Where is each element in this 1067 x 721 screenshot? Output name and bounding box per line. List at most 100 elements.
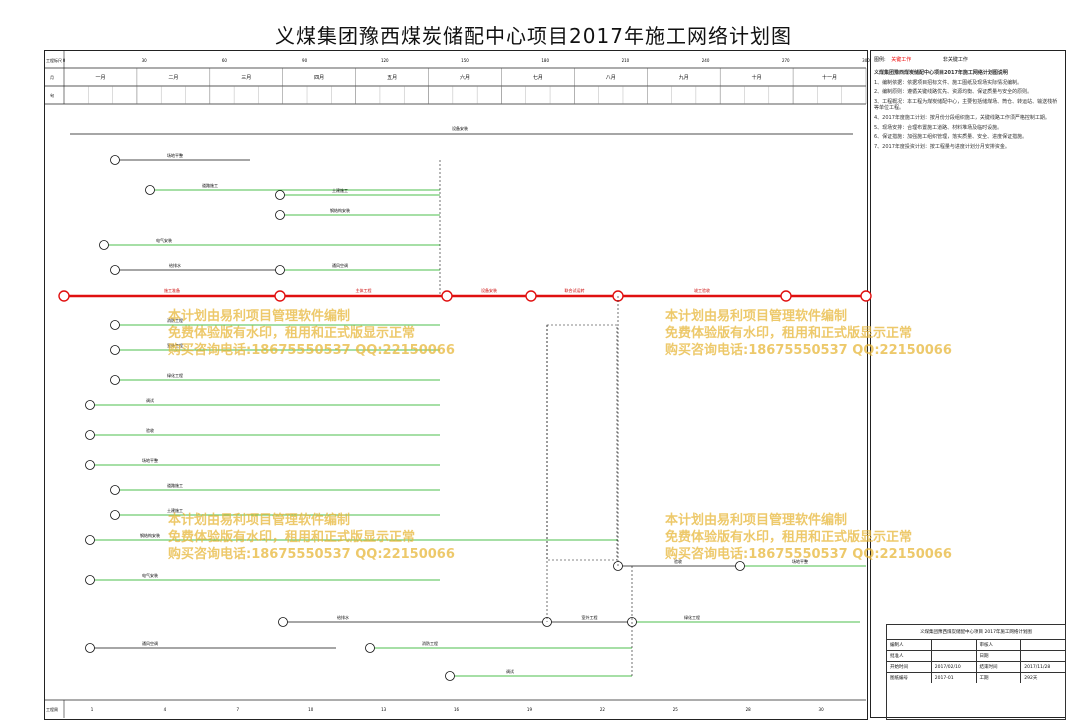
note-paragraph: 6、保证措施：加强施工组织管理，落实质量、安全、进度保证措施。 [874,134,1028,141]
tb-cell: 2017/11/28 [1024,664,1051,670]
event-node [85,430,95,440]
activity-label: 给排水 [169,262,181,268]
watermark-line: 本计划由易利项目管理软件编制 [665,513,848,528]
note-paragraph: 5、现场安排：合理布置施工道路、材料堆场及临时设施。 [874,124,1003,131]
legend-label: 图例: [874,57,886,63]
day-tick: 0 [63,58,66,63]
activity-label: 场地平整 [167,152,183,158]
day-tick: 300 [862,58,870,63]
watermark-line: 本计划由易利项目管理软件编制 [665,309,848,324]
legend-item-critical: 关键工作 [891,57,912,63]
activity-label: 室外工程 [582,614,598,620]
week-tick: 10 [308,707,314,712]
tb-cell: 编制人 [887,640,932,650]
activity-label: 消防工程 [422,640,438,646]
activity-label: 调试 [506,668,514,674]
week-tick: 22 [600,707,606,712]
tb-doc: 2017年施工网络计划图 [984,630,1032,635]
event-node [110,155,120,165]
event-node [85,535,95,545]
week-tick: 16 [454,707,460,712]
week-tick: 1 [91,707,94,712]
watermark-line: 本计划由易利项目管理软件编制 [168,309,351,324]
watermark-line: 购买咨询电话:18675550537 QQ:22150066 [168,547,455,562]
week-tick: 28 [746,707,752,712]
tb-cell [1021,640,1065,650]
event-node [278,617,288,627]
critical-activity-label: 联合试运转 [565,287,585,293]
watermark-line: 购买咨询电话:18675550537 QQ:22150066 [665,343,952,358]
tb-cell: 工期 [977,673,1022,683]
legend: 图例: 关键工作 非关键工作 [874,56,968,63]
activity-label: 通风空调 [142,640,158,646]
activity-label: 验收 [146,427,154,433]
week-tick: 7 [237,707,240,712]
week-tick: 4 [164,707,167,712]
month-label: 二月 [168,75,178,81]
tb-cell [932,640,977,650]
event-node [110,320,120,330]
activity-label: 道路施工 [167,482,183,488]
tb-cell [1021,651,1065,661]
event-node [110,375,120,385]
month-label: 四月 [314,75,324,81]
activity-label: 土建施工 [332,187,348,193]
tb-cell: 2017/02/10 [932,662,977,672]
day-tick: 270 [782,58,790,63]
event-node [110,265,120,275]
day-tick: 120 [381,58,389,63]
month-label: 六月 [460,74,470,81]
tb-cell: 日期 [977,651,1022,661]
dummy-box [546,324,618,561]
note-paragraph: 7、2017年度投资计划：按工程量与进度计划分月安排资金。 [874,143,1010,150]
tb-cell: 292天 [1024,676,1038,681]
event-node [85,643,95,653]
day-tick: 60 [222,58,228,63]
activity-label: 调试 [146,397,154,403]
tb-cell: 结束时间 [977,662,1022,672]
month-label: 三月 [241,75,251,81]
activity-label: 绿化工程 [684,614,700,620]
activity-label: 电气安装 [142,572,158,578]
row-label-week: 工程周 [46,706,58,712]
watermark-line: 免费体验版有水印，租用和正式版显示正常 [665,326,913,341]
watermark-line: 购买咨询电话:18675550537 QQ:22150066 [665,547,952,562]
row-label-month: 月 [50,75,54,80]
activity-label: 钢结构安装 [140,532,160,538]
legend-item-normal: 非关键工作 [942,57,968,63]
event-node [110,510,120,520]
week-tick: 30 [819,707,825,712]
critical-node [780,290,792,302]
activity-label: 通风空调 [332,262,348,268]
event-node [275,190,285,200]
tb-org: 义煤集团豫西煤炭储配中心项目 [920,630,984,635]
tb-cell: 2017-01 [932,673,977,683]
critical-node [525,290,537,302]
watermark-line: 购买咨询电话:18675550537 QQ:22150066 [168,343,455,358]
month-label: 九月 [679,74,689,81]
week-tick: 19 [527,707,533,712]
critical-node [441,290,453,302]
event-node [85,400,95,410]
event-node [275,265,285,275]
week-tick: 13 [381,707,387,712]
activity-label: 给排水 [337,614,349,620]
notes-heading: 义煤集团豫西煤炭储配中心项目2017年施工网络计划图说明 [874,70,1008,76]
month-label: 十月 [752,74,762,81]
tb-cell: 批准人 [887,651,932,661]
tb-cell: 图纸编号 [887,673,932,683]
note-paragraph: 2、编制原则：遵循关键线路优先、资源均衡、保证质量与安全的原则。 [874,89,1033,96]
event-node [85,460,95,470]
critical-node [58,290,70,302]
activity-label: 钢结构安装 [330,207,350,213]
event-node [445,671,455,681]
note-paragraph: 4、2017年度施工计划：按月份分段组织施工，关键线路工作须严格控制工期。 [874,114,1050,121]
activity-label: 绿化工程 [167,372,183,378]
watermark: 本计划由易利项目管理软件编制 免费体验版有水印，租用和正式版显示正常 购买咨询电… [168,308,455,359]
activity-label: 电气安装 [156,237,172,243]
activity-label: 道路施工 [202,182,218,188]
week-tick: 25 [673,707,679,712]
event-node [145,185,155,195]
row-label-days: 工程标尺 [46,57,62,63]
month-label: 五月 [387,75,397,81]
